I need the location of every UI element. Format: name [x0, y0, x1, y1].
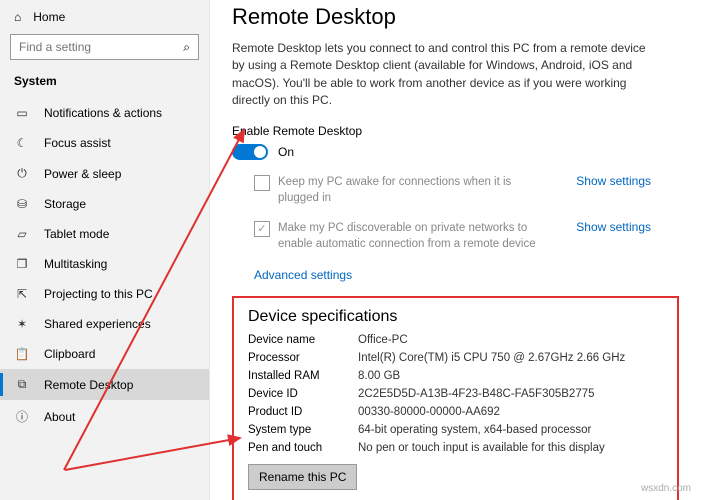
- search-icon: ⌕: [183, 40, 190, 55]
- sidebar-item-shared-experiences[interactable]: ✶ Shared experiences: [0, 309, 209, 339]
- sidebar-item-power-sleep[interactable]: ⏻ Power & sleep: [0, 158, 209, 189]
- sidebar: ⌂ Home ⌕ System ▭ Notifications & actions…: [0, 0, 210, 500]
- sidebar-item-label: Clipboard: [44, 347, 95, 361]
- rename-pc-button[interactable]: Rename this PC: [248, 464, 357, 490]
- sidebar-item-label: Multitasking: [44, 257, 107, 271]
- show-settings-link-1[interactable]: Show settings: [576, 174, 651, 188]
- sidebar-item-label: Focus assist: [44, 136, 111, 150]
- spec-key: Installed RAM: [248, 370, 358, 382]
- enable-label: Enable Remote Desktop: [232, 124, 679, 138]
- remote-icon: ⧉: [14, 377, 30, 392]
- power-icon: ⏻: [14, 166, 30, 181]
- search-field[interactable]: [19, 40, 183, 54]
- search-input[interactable]: ⌕: [10, 34, 199, 60]
- clipboard-icon: 📋: [14, 347, 30, 361]
- home-link[interactable]: ⌂ Home: [0, 6, 209, 32]
- sidebar-item-label: Shared experiences: [44, 317, 151, 331]
- projecting-icon: ⇱: [14, 287, 30, 301]
- spec-key: Processor: [248, 352, 358, 364]
- storage-icon: ⛁: [14, 197, 30, 211]
- advanced-settings-link[interactable]: Advanced settings: [254, 268, 679, 282]
- home-icon: ⌂: [14, 10, 21, 24]
- sidebar-item-label: Storage: [44, 197, 86, 211]
- sidebar-item-remote-desktop[interactable]: ⧉ Remote Desktop: [0, 369, 209, 400]
- sidebar-item-label: Remote Desktop: [44, 378, 133, 392]
- about-icon: ⓘ: [14, 408, 30, 425]
- spec-value: Office-PC: [358, 334, 663, 346]
- sidebar-item-about[interactable]: ⓘ About: [0, 400, 209, 433]
- spec-value: 00330-80000-00000-AA692: [358, 406, 663, 418]
- page-description: Remote Desktop lets you connect to and c…: [232, 40, 652, 110]
- spec-key: Device name: [248, 334, 358, 346]
- keep-awake-label: Keep my PC awake for connections when it…: [278, 174, 538, 206]
- spec-value: 64-bit operating system, x64-based proce…: [358, 424, 663, 436]
- focus-icon: ☾: [14, 136, 30, 150]
- device-specifications: Device specifications Device nameOffice-…: [232, 296, 679, 500]
- watermark: wsxdn.com: [641, 483, 691, 494]
- sidebar-item-focus-assist[interactable]: ☾ Focus assist: [0, 128, 209, 158]
- sidebar-item-storage[interactable]: ⛁ Storage: [0, 189, 209, 219]
- home-label: Home: [33, 10, 65, 24]
- sidebar-item-clipboard[interactable]: 📋 Clipboard: [0, 339, 209, 369]
- page-title: Remote Desktop: [232, 4, 679, 30]
- sidebar-item-label: Notifications & actions: [44, 106, 162, 120]
- spec-value: Intel(R) Core(TM) i5 CPU 750 @ 2.67GHz 2…: [358, 352, 663, 364]
- spec-key: System type: [248, 424, 358, 436]
- keep-awake-checkbox[interactable]: [254, 175, 270, 191]
- sidebar-item-notifications-actions[interactable]: ▭ Notifications & actions: [0, 98, 209, 128]
- discoverable-label: Make my PC discoverable on private netwo…: [278, 220, 538, 252]
- sidebar-item-multitasking[interactable]: ❐ Multitasking: [0, 249, 209, 279]
- sidebar-item-label: About: [44, 410, 75, 424]
- sidebar-item-label: Power & sleep: [44, 167, 121, 181]
- spec-key: Device ID: [248, 388, 358, 400]
- sidebar-item-projecting-to-this-pc[interactable]: ⇱ Projecting to this PC: [0, 279, 209, 309]
- tablet-icon: ▱: [14, 227, 30, 241]
- toggle-state: On: [278, 145, 294, 159]
- spec-title: Device specifications: [248, 308, 663, 326]
- category-header: System: [0, 70, 209, 98]
- sidebar-item-label: Tablet mode: [44, 227, 109, 241]
- show-settings-link-2[interactable]: Show settings: [576, 220, 651, 234]
- discoverable-checkbox[interactable]: ✓: [254, 221, 270, 237]
- main-content: Remote Desktop Remote Desktop lets you c…: [210, 0, 701, 500]
- spec-value: 8.00 GB: [358, 370, 663, 382]
- spec-value: 2C2E5D5D-A13B-4F23-B48C-FA5F305B2775: [358, 388, 663, 400]
- spec-key: Pen and touch: [248, 442, 358, 454]
- enable-toggle[interactable]: [232, 144, 268, 160]
- spec-value: No pen or touch input is available for t…: [358, 442, 663, 454]
- sidebar-item-label: Projecting to this PC: [44, 287, 153, 301]
- spec-key: Product ID: [248, 406, 358, 418]
- notifications-icon: ▭: [14, 106, 30, 120]
- sidebar-item-tablet-mode[interactable]: ▱ Tablet mode: [0, 219, 209, 249]
- shared-icon: ✶: [14, 317, 30, 331]
- multitasking-icon: ❐: [14, 257, 30, 271]
